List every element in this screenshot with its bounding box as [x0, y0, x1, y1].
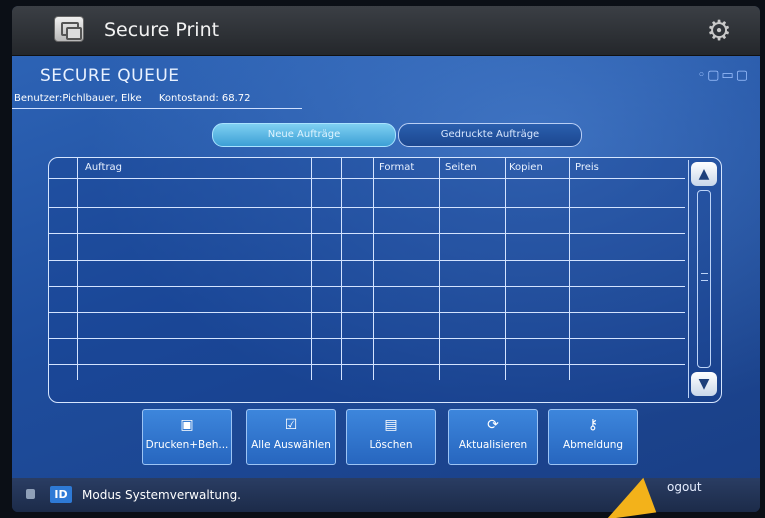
panel-window-icons: ◦▢▭▢ — [697, 68, 750, 83]
logout-link[interactable]: ogout — [667, 480, 702, 494]
lock-icon — [26, 489, 35, 499]
table-column-divider — [341, 158, 342, 380]
refresh-icon: ⟳ — [487, 417, 499, 433]
tab-printed-jobs[interactable]: Gedruckte Aufträge — [398, 123, 582, 147]
job-table: Auftrag Format Seiten Kopien Preis ▲ ▼ — [48, 157, 722, 403]
delete-label: Löschen — [369, 439, 413, 451]
mode-status-text: Modus Systemverwaltung. — [82, 488, 241, 502]
print-icon: ▣ — [180, 417, 194, 433]
column-header-auftrag[interactable]: Auftrag — [85, 162, 122, 173]
account-balance: Kontostand: 68.72 — [158, 93, 251, 104]
delete-icon: ▤ — [384, 417, 398, 433]
id-badge-icon: ID — [50, 486, 72, 503]
logout-button[interactable]: ⚷ Abmeldung — [548, 409, 638, 465]
user-info-line: Benutzer:Pichlbauer, Elke Kontostand: 68… — [12, 93, 302, 109]
table-column-divider — [439, 158, 440, 380]
scroll-grip-icon[interactable] — [701, 273, 708, 281]
scroll-track[interactable] — [697, 190, 711, 368]
panel-title: SECURE QUEUE — [40, 66, 180, 86]
refresh-button[interactable]: ⟳ Aktualisieren — [448, 409, 538, 465]
gear-icon[interactable]: ⚙ — [706, 17, 732, 45]
table-row[interactable] — [49, 286, 685, 287]
title-bar: Secure Print ⚙ — [12, 6, 760, 56]
scroll-down-icon[interactable]: ▼ — [691, 372, 717, 396]
tab-new-jobs[interactable]: Neue Aufträge — [212, 123, 396, 147]
select-all-icon: ☑ — [284, 417, 298, 433]
table-row[interactable] — [49, 207, 685, 208]
pointer-arrow-icon — [601, 476, 657, 518]
table-column-divider — [311, 158, 312, 380]
table-column-divider — [569, 158, 570, 380]
table-row[interactable] — [49, 338, 685, 339]
delete-button[interactable]: ▤ Löschen — [346, 409, 436, 465]
table-row[interactable] — [49, 260, 685, 261]
table-column-divider — [77, 158, 78, 380]
table-scrollbar[interactable]: ▲ ▼ — [688, 160, 718, 398]
table-column-divider — [505, 158, 506, 380]
table-header-divider — [49, 178, 685, 179]
column-header-kopien[interactable]: Kopien — [509, 162, 543, 173]
logout-keys-icon: ⚷ — [587, 417, 599, 433]
column-header-seiten[interactable]: Seiten — [445, 162, 477, 173]
table-column-divider — [373, 158, 374, 380]
app-title: Secure Print — [104, 19, 220, 41]
user-name: Benutzer:Pichlbauer, Elke — [14, 93, 142, 104]
print-and-keep-button[interactable]: ▣ Drucken+Beh... — [142, 409, 232, 465]
column-header-preis[interactable]: Preis — [575, 162, 599, 173]
print-and-keep-label: Drucken+Beh... — [145, 439, 229, 451]
scroll-up-icon[interactable]: ▲ — [691, 162, 717, 186]
secure-print-app-icon — [54, 16, 84, 42]
select-all-label: Alle Auswählen — [251, 439, 331, 451]
table-row[interactable] — [49, 233, 685, 234]
table-row[interactable] — [49, 312, 685, 313]
column-header-format[interactable]: Format — [379, 162, 414, 173]
secure-queue-panel: SECURE QUEUE ◦▢▭▢ Benutzer:Pichlbauer, E… — [12, 56, 760, 478]
table-row[interactable] — [49, 364, 685, 365]
device-screen: Secure Print ⚙ SECURE QUEUE ◦▢▭▢ Benutze… — [12, 6, 760, 512]
refresh-label: Aktualisieren — [458, 439, 528, 451]
select-all-button[interactable]: ☑ Alle Auswählen — [246, 409, 336, 465]
logout-label: Abmeldung — [562, 439, 624, 451]
